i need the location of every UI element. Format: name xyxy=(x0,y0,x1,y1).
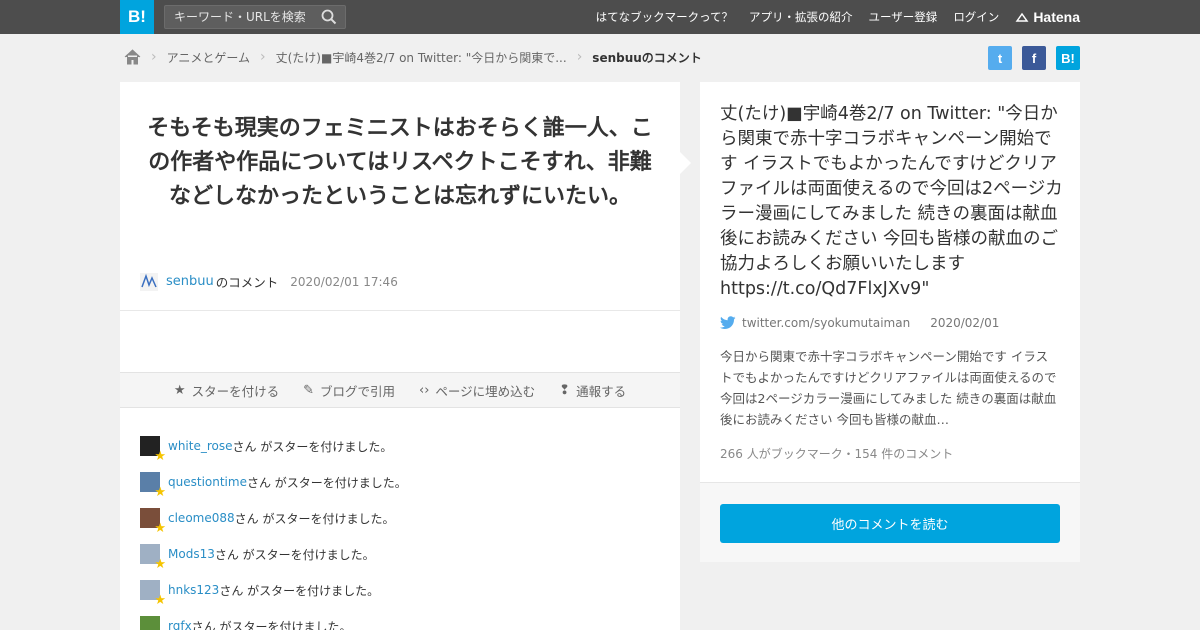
share-buttons: t f B! xyxy=(978,46,1080,70)
comment-user-link[interactable]: senbuu xyxy=(166,274,214,289)
star-icon: ★ xyxy=(154,557,166,572)
nav-login[interactable]: ログイン xyxy=(953,9,999,25)
star-user-link[interactable]: cleome088 xyxy=(168,511,235,525)
list-item: ★ rgfx さん がスターを付けました。 xyxy=(140,608,407,630)
breadcrumb-entry[interactable]: 丈(たけ)■宇崎4巻2/7 on Twitter: "今日から関東で... xyxy=(276,49,567,66)
breadcrumb: › アニメとゲーム › 丈(たけ)■宇崎4巻2/7 on Twitter: "今… xyxy=(124,46,702,68)
nav-register[interactable]: ユーザー登録 xyxy=(869,9,938,25)
comment-meta: senbuu のコメント 2020/02/01 17:46 xyxy=(140,272,398,291)
comment-text: そもそも現実のフェミニストはおそらく誰一人、この作者や作品についてはリスペクトこ… xyxy=(147,116,653,209)
report-button[interactable]: ❢ 通報する xyxy=(559,381,626,400)
hatena-brand-link[interactable]: Hatena xyxy=(1015,9,1080,25)
entry-counts[interactable]: 266 人がブックマーク・154 件のコメント xyxy=(720,445,953,462)
chevron-right-icon: › xyxy=(151,49,157,65)
star-text: さん がスターを付けました。 xyxy=(191,619,352,630)
breadcrumb-category[interactable]: アニメとゲーム xyxy=(167,49,250,66)
avatar[interactable] xyxy=(140,272,158,291)
list-item: ★ hnks123 さん がスターを付けました。 xyxy=(140,572,407,608)
embed-label: ページに埋め込む xyxy=(435,383,536,399)
star-user-link[interactable]: questiontime xyxy=(168,475,247,489)
avatar[interactable]: ★ xyxy=(140,580,166,608)
list-item: ★ cleome088 さん がスターを付けました。 xyxy=(140,500,407,536)
star-text: さん がスターを付けました。 xyxy=(214,547,375,562)
comment-actions: ★ スターを付ける ✎ ブログで引用 ‹› ページに埋め込む ❢ 通報する xyxy=(120,372,680,408)
embed-button[interactable]: ‹› ページに埋め込む xyxy=(419,381,535,400)
comment-date: 2020/02/01 17:46 xyxy=(290,274,398,289)
top-bar: B! はてなブックマークって？ アプリ・拡張の紹介 ユーザー登録 ログイン Ha… xyxy=(0,0,1200,34)
breadcrumb-current: senbuuのコメント xyxy=(592,50,702,65)
star-text: さん がスターを付けました。 xyxy=(234,511,395,526)
star-list: ★ white_rose さん がスターを付けました。 ★ questionti… xyxy=(140,428,407,630)
entry-title-link[interactable]: 丈(たけ)■宇崎4巻2/7 on Twitter: "今日から関東で赤十字コラボ… xyxy=(720,102,1064,302)
comment-user-suffix: のコメント xyxy=(215,275,279,290)
read-more-comments-button[interactable]: 他のコメントを読む xyxy=(720,504,1060,543)
add-star-label: スターを付ける xyxy=(191,383,280,399)
facebook-share-icon[interactable]: f xyxy=(1022,46,1046,70)
nav-about[interactable]: はてなブックマークって？ xyxy=(596,9,733,25)
twitter-bird-icon xyxy=(720,316,736,329)
code-icon: ‹› xyxy=(419,382,430,398)
avatar[interactable]: ★ xyxy=(140,436,166,464)
blog-quote-button[interactable]: ✎ ブログで引用 xyxy=(303,381,395,400)
star-icon: ★ xyxy=(154,485,166,500)
avatar[interactable]: ★ xyxy=(140,508,166,536)
entry-source: twitter.com/syokumutaiman 2020/02/01 xyxy=(720,316,999,330)
star-text: さん がスターを付けました。 xyxy=(232,439,393,454)
list-item: ★ Mods13 さん がスターを付けました。 xyxy=(140,536,407,572)
star-user-link[interactable]: white_rose xyxy=(168,439,233,453)
header-nav: はてなブックマークって？ アプリ・拡張の紹介 ユーザー登録 ログイン Haten… xyxy=(580,0,1080,34)
search-icon[interactable] xyxy=(321,9,337,25)
report-label: 通報する xyxy=(576,383,627,399)
chevron-right-icon: › xyxy=(260,49,266,65)
hatena-cloud-icon xyxy=(1015,12,1029,22)
star-icon: ★ xyxy=(154,593,166,608)
list-item: ★ white_rose さん がスターを付けました。 xyxy=(140,428,407,464)
divider xyxy=(120,310,680,311)
entry-source-link[interactable]: twitter.com/syokumutaiman xyxy=(742,316,910,330)
nav-apps[interactable]: アプリ・拡張の紹介 xyxy=(749,9,853,25)
star-user-link[interactable]: hnks123 xyxy=(168,583,219,597)
blog-quote-label: ブログで引用 xyxy=(319,383,395,399)
pencil-icon: ✎ xyxy=(303,382,314,398)
hatena-bookmark-logo[interactable]: B! xyxy=(120,0,154,34)
star-user-link[interactable]: rgfx xyxy=(168,619,192,630)
star-icon: ★ xyxy=(154,449,166,464)
panel-pointer xyxy=(680,152,691,174)
list-item: ★ questiontime さん がスターを付けました。 xyxy=(140,464,407,500)
hatena-share-icon[interactable]: B! xyxy=(1056,46,1080,70)
entry-date: 2020/02/01 xyxy=(930,316,1000,330)
alert-icon: ❢ xyxy=(559,382,571,398)
avatar[interactable]: ★ xyxy=(140,616,166,630)
star-user-link[interactable]: Mods13 xyxy=(168,547,215,561)
more-comments-area: 他のコメントを読む xyxy=(700,482,1080,562)
comment-panel: そもそも現実のフェミニストはおそらく誰一人、この作者や作品についてはリスペクトこ… xyxy=(120,82,680,630)
entry-panel: 丈(たけ)■宇崎4巻2/7 on Twitter: "今日から関東で赤十字コラボ… xyxy=(700,82,1080,482)
add-star-button[interactable]: ★ スターを付ける xyxy=(174,381,279,400)
star-text: さん がスターを付けました。 xyxy=(246,475,407,490)
search-box[interactable] xyxy=(164,5,346,29)
star-text: さん がスターを付けました。 xyxy=(219,583,380,598)
star-icon: ★ xyxy=(173,382,186,398)
chevron-right-icon: › xyxy=(576,49,583,65)
search-input[interactable] xyxy=(165,6,315,28)
entry-summary: 今日から関東で赤十字コラボキャンペーン開始です イラストでもよかったんですけどク… xyxy=(720,349,1057,427)
twitter-share-icon[interactable]: t xyxy=(988,46,1012,70)
home-icon[interactable] xyxy=(124,49,141,65)
hatena-brand-text: Hatena xyxy=(1033,9,1080,25)
avatar[interactable]: ★ xyxy=(140,544,166,572)
star-icon: ★ xyxy=(154,521,166,536)
avatar[interactable]: ★ xyxy=(140,472,166,500)
